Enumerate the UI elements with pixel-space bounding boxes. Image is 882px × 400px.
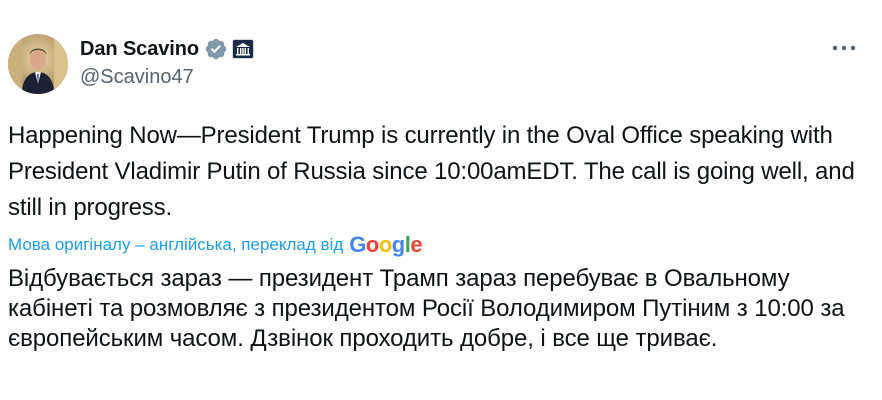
more-icon[interactable] (830, 38, 858, 58)
verified-badge-icon[interactable] (204, 37, 228, 61)
author-display-name[interactable]: Dan Scavino (80, 38, 199, 61)
white-house-affiliation-icon[interactable] (231, 39, 254, 59)
tweet-text: Happening Now—President Trump is current… (8, 122, 855, 221)
translated-tweet-text: Відбувається зараз — президент Трамп зар… (8, 265, 845, 352)
google-logo-icon: Google (349, 232, 423, 257)
author-name-row: Dan Scavino (80, 36, 254, 62)
tweet-card: Dan Scavino @Scavino47 Happening Now—Pre… (0, 0, 882, 400)
avatar[interactable] (8, 34, 68, 94)
translation-attribution: Мова оригіналу – англійська, переклад ві… (8, 232, 423, 258)
avatar-image (8, 34, 68, 94)
translation-label[interactable]: Мова оригіналу – англійська, переклад ві… (8, 235, 343, 255)
author-handle[interactable]: @Scavino47 (80, 66, 194, 89)
